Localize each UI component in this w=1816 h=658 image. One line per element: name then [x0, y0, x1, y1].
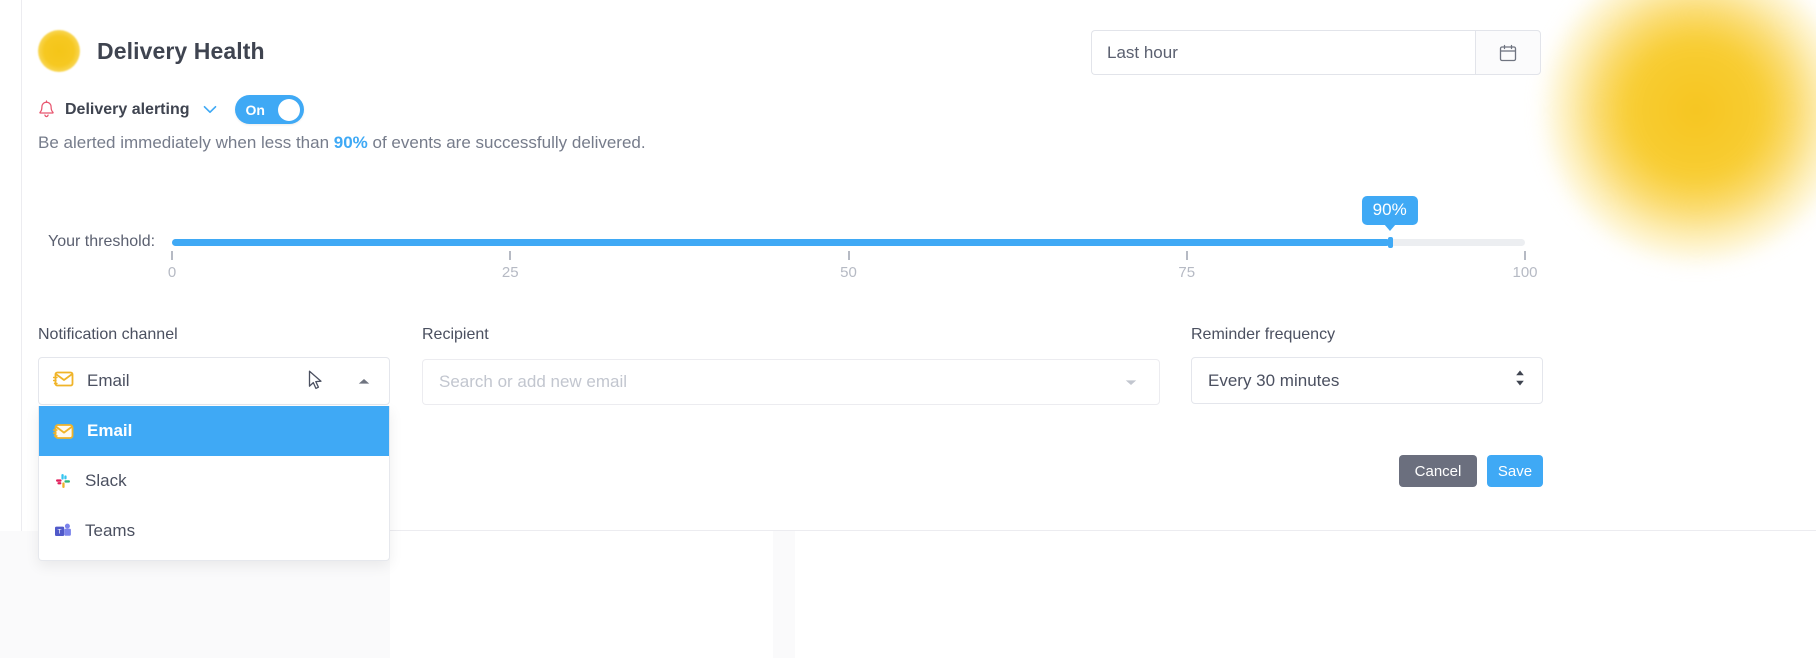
reminder-frequency-select[interactable]: Every 30 minutes: [1191, 357, 1543, 404]
description-suffix: of events are successfully delivered.: [367, 133, 646, 152]
channel-option-slack[interactable]: Slack: [39, 456, 389, 506]
page-title: Delivery Health: [97, 37, 265, 64]
caret-down-icon[interactable]: [1124, 374, 1138, 392]
cancel-button[interactable]: Cancel: [1399, 455, 1477, 487]
calendar-button[interactable]: [1475, 30, 1541, 75]
save-button[interactable]: Save: [1487, 455, 1543, 487]
email-icon: [53, 422, 75, 441]
toggle-knob: [277, 98, 300, 121]
slider-tick-label: 100: [1512, 264, 1538, 281]
channel-option-label: Teams: [85, 521, 136, 540]
updown-stepper-icon[interactable]: [1514, 369, 1526, 392]
threshold-slider-track[interactable]: 90% 0 25 50 75 100: [168, 196, 1538, 281]
teams-icon: T: [53, 521, 73, 541]
slider-tick: [509, 251, 512, 260]
section-divider: [390, 530, 1816, 531]
slider-tick: [171, 251, 173, 260]
notification-channel-dropdown[interactable]: Email Slack T Teams: [38, 406, 390, 561]
date-range-picker[interactable]: [1091, 30, 1541, 75]
slider-tick-label: 25: [501, 264, 519, 281]
description-threshold-value: 90%: [333, 133, 368, 152]
alert-description: Be alerted immediately when less than 90…: [38, 133, 646, 153]
reminder-frequency-value: Every 30 minutes: [1208, 370, 1340, 390]
threshold-slider-thumb[interactable]: [1387, 237, 1393, 248]
caret-up-icon[interactable]: [357, 377, 371, 386]
chevron-down-icon[interactable]: [203, 105, 217, 114]
calendar-icon: [1499, 44, 1517, 61]
notification-channel-value: Email: [87, 371, 130, 390]
delivery-alerting-row: Delivery alerting On: [38, 95, 304, 124]
delivery-alerting-toggle[interactable]: On: [234, 95, 304, 124]
description-prefix: Be alerted immediately when less than: [38, 133, 334, 152]
sun-icon: [38, 30, 80, 72]
channel-option-teams[interactable]: T Teams: [39, 506, 389, 556]
slider-tick: [847, 251, 850, 260]
footer-card-left: [390, 531, 773, 658]
date-range-input[interactable]: [1091, 30, 1475, 75]
toggle-state-label: On: [245, 101, 265, 118]
slider-tick-label: 75: [1178, 264, 1196, 281]
slider-tick: [1524, 251, 1526, 260]
page-header: Delivery Health: [38, 30, 265, 72]
threshold-value-badge: 90%: [1361, 196, 1418, 225]
channel-option-label: Email: [87, 421, 133, 440]
notification-channel-label: Notification channel: [38, 326, 178, 343]
slider-tick: [1185, 251, 1188, 260]
threshold-slider-label: Your threshold:: [48, 233, 156, 250]
footer-card-right: [795, 531, 1816, 658]
decorative-sun-glow: [1546, 0, 1816, 260]
svg-text:T: T: [58, 528, 62, 535]
bell-icon: [38, 100, 55, 119]
slack-icon: [53, 471, 73, 491]
threshold-slider-fill: [172, 239, 1390, 246]
email-icon: [52, 370, 75, 393]
slider-tick-label: 50: [840, 264, 857, 281]
threshold-slider-group: Your threshold: 90% 0 25 50 75 100: [38, 196, 1538, 286]
reminder-frequency-label: Reminder frequency: [1191, 326, 1336, 343]
notification-channel-select[interactable]: Email: [38, 357, 390, 405]
channel-option-email[interactable]: Email: [39, 406, 389, 456]
delivery-health-panel: Delivery Health Delivery alerting: [0, 0, 1816, 658]
recipient-input[interactable]: [422, 359, 1160, 405]
delivery-alerting-label: Delivery alerting: [65, 100, 190, 118]
channel-option-label: Slack: [85, 471, 127, 490]
slider-tick-label: 0: [167, 264, 177, 281]
recipient-label: Recipient: [422, 326, 489, 343]
